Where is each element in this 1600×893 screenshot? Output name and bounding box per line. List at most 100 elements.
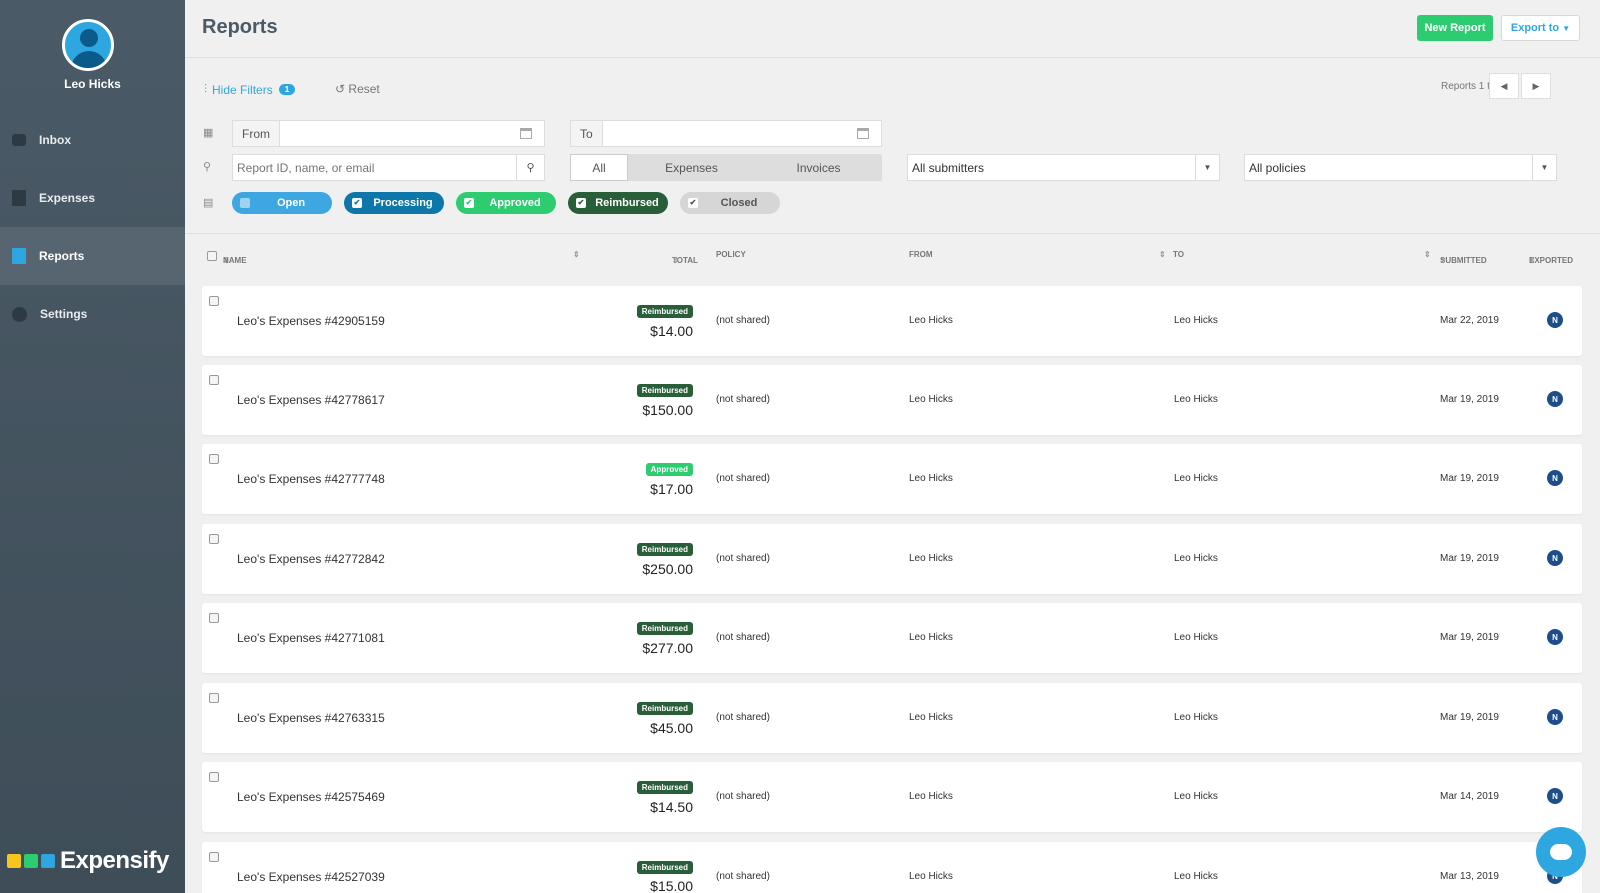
checkbox[interactable]: [240, 198, 250, 208]
report-to: Leo Hicks: [1174, 553, 1218, 564]
status-badge: Reimbursed: [636, 622, 693, 635]
report-name[interactable]: Leo's Expenses #42763315: [237, 711, 385, 725]
row-checkbox[interactable]: [209, 296, 219, 306]
status-filter-label: Approved: [489, 197, 541, 209]
chevron-down-icon: ▼: [1562, 23, 1571, 33]
sliders-icon: ⫶: [204, 82, 208, 96]
table-row[interactable]: Leo's Expenses #42905159 Reimbursed $14.…: [202, 286, 1582, 356]
report-name[interactable]: Leo's Expenses #42527039: [237, 870, 385, 884]
row-checkbox[interactable]: [209, 693, 219, 703]
to-label: To: [571, 121, 603, 146]
status-filter-closed[interactable]: ✔ Closed: [680, 192, 780, 214]
row-checkbox[interactable]: [209, 852, 219, 862]
table-row[interactable]: Leo's Expenses #42771081 Reimbursed $277…: [202, 603, 1582, 673]
report-from: Leo Hicks: [909, 791, 953, 802]
report-total: $15.00: [650, 878, 693, 893]
calendar-picker-icon[interactable]: [520, 128, 532, 139]
report-policy: (not shared): [716, 712, 770, 723]
row-checkbox[interactable]: [209, 454, 219, 464]
exported-icon[interactable]: N: [1547, 391, 1563, 407]
filters-panel: ⫶ Hide Filters 1 ↺ Reset Reports 1 to 24…: [185, 58, 1600, 234]
table-row[interactable]: Leo's Expenses #42575469 Reimbursed $14.…: [202, 762, 1582, 832]
report-submitted: Mar 19, 2019: [1440, 473, 1499, 484]
table-row[interactable]: Leo's Expenses #42772842 Reimbursed $250…: [202, 524, 1582, 594]
report-policy: (not shared): [716, 473, 770, 484]
export-to-label: Export to: [1510, 22, 1560, 34]
hide-filters-button[interactable]: ⫶ Hide Filters 1: [204, 82, 296, 97]
report-to: Leo Hicks: [1174, 315, 1218, 326]
report-name[interactable]: Leo's Expenses #42575469: [237, 790, 385, 804]
sort-icon[interactable]: ⇕: [1424, 250, 1431, 259]
report-name[interactable]: Leo's Expenses #42772842: [237, 552, 385, 566]
report-from: Leo Hicks: [909, 394, 953, 405]
status-filter-open[interactable]: Open: [232, 192, 332, 214]
row-checkbox[interactable]: [209, 772, 219, 782]
exported-icon[interactable]: N: [1547, 629, 1563, 645]
tab-expenses[interactable]: Expenses: [628, 154, 755, 181]
page-header: Reports New Report Export to ▼: [185, 0, 1600, 58]
report-total: $17.00: [650, 481, 693, 497]
exported-icon[interactable]: N: [1547, 550, 1563, 566]
status-filter-reimbursed[interactable]: ✔ Reimbursed: [568, 192, 668, 214]
table-row[interactable]: Leo's Expenses #42778617 Reimbursed $150…: [202, 365, 1582, 435]
sidebar-item-expenses[interactable]: Expenses: [0, 169, 185, 227]
report-name[interactable]: Leo's Expenses #42771081: [237, 631, 385, 645]
checkbox[interactable]: ✔: [688, 198, 698, 208]
sidebar-item-label: Settings: [40, 307, 88, 321]
calendar-picker-icon[interactable]: [857, 128, 869, 139]
exported-icon[interactable]: N: [1547, 788, 1563, 804]
exported-icon[interactable]: N: [1547, 312, 1563, 328]
report-name[interactable]: Leo's Expenses #42777748: [237, 472, 385, 486]
prev-page-button[interactable]: ◀: [1489, 73, 1519, 99]
checkbox[interactable]: ✔: [464, 198, 474, 208]
row-checkbox[interactable]: [209, 534, 219, 544]
exported-icon[interactable]: N: [1547, 709, 1563, 725]
avatar[interactable]: [62, 19, 114, 71]
report-submitted: Mar 13, 2019: [1440, 871, 1499, 882]
to-date-field[interactable]: To: [570, 120, 882, 147]
table-row[interactable]: Leo's Expenses #42763315 Reimbursed $45.…: [202, 683, 1582, 753]
report-to: Leo Hicks: [1174, 394, 1218, 405]
row-checkbox[interactable]: [209, 375, 219, 385]
checkbox[interactable]: ✔: [352, 198, 362, 208]
status-filter-processing[interactable]: ✔ Processing: [344, 192, 444, 214]
report-name[interactable]: Leo's Expenses #42905159: [237, 314, 385, 328]
sidebar-item-inbox[interactable]: Inbox: [0, 111, 185, 169]
report-submitted: Mar 19, 2019: [1440, 712, 1499, 723]
row-checkbox[interactable]: [209, 613, 219, 623]
new-report-button[interactable]: New Report: [1417, 15, 1493, 41]
sort-icon[interactable]: ⇕: [1159, 250, 1166, 259]
from-date-field[interactable]: From: [232, 120, 545, 147]
policies-select[interactable]: All policies ▼: [1244, 154, 1557, 181]
sidebar-item-settings[interactable]: Settings: [0, 285, 185, 343]
search-button[interactable]: ⚲: [516, 155, 544, 180]
checkbox[interactable]: ✔: [576, 198, 586, 208]
status-badge: Reimbursed: [636, 861, 693, 874]
column-header-to: TO: [1173, 250, 1184, 259]
tab-invoices[interactable]: Invoices: [755, 154, 882, 181]
sidebar: Leo Hicks Inbox Expenses Reports Setting…: [0, 0, 185, 893]
report-name[interactable]: Leo's Expenses #42778617: [237, 393, 385, 407]
sort-icon[interactable]: ⇕: [573, 250, 580, 259]
submitters-select[interactable]: All submitters ▼: [907, 154, 1220, 181]
search-input[interactable]: [233, 155, 516, 180]
table-row[interactable]: Leo's Expenses #42777748 Approved $17.00…: [202, 444, 1582, 514]
exported-icon[interactable]: N: [1547, 470, 1563, 486]
chat-button[interactable]: [1536, 827, 1586, 877]
search-field: ⚲: [232, 154, 545, 181]
status-filter-approved[interactable]: ✔ Approved: [456, 192, 556, 214]
sidebar-item-reports[interactable]: Reports: [0, 227, 185, 285]
table-row[interactable]: Leo's Expenses #42527039 Reimbursed $15.…: [202, 842, 1582, 893]
report-policy: (not shared): [716, 871, 770, 882]
receipt-icon: [12, 190, 26, 206]
tab-all[interactable]: All: [570, 154, 628, 181]
reset-button[interactable]: ↺ Reset: [335, 82, 380, 96]
status-filter-label: Processing: [373, 197, 433, 209]
report-policy: (not shared): [716, 791, 770, 802]
report-policy: (not shared): [716, 315, 770, 326]
calendar-icon: ▦: [203, 127, 214, 139]
next-page-button[interactable]: ▶: [1521, 73, 1551, 99]
sort-icon: ⇕: [1529, 256, 1536, 265]
select-all-checkbox[interactable]: [207, 251, 217, 261]
export-to-button[interactable]: Export to ▼: [1501, 15, 1580, 41]
